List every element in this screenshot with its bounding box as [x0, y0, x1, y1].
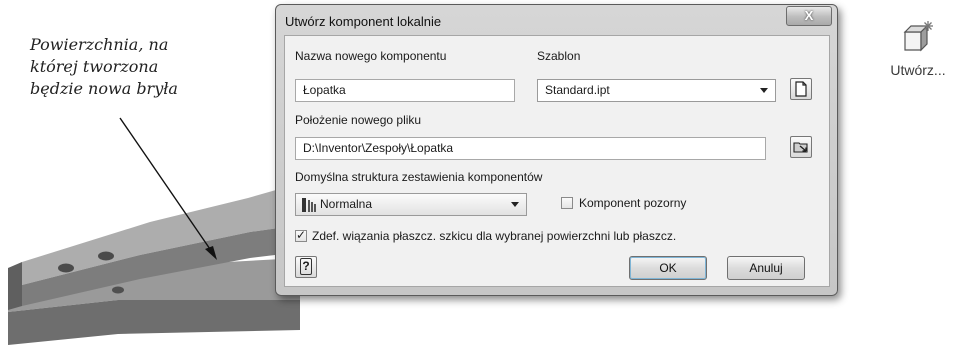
checkmark-icon: ✓ — [296, 228, 307, 242]
browse-folder-icon — [793, 142, 808, 153]
template-label: Szablon — [537, 49, 581, 63]
create-in-place-component-dialog: Utwórz komponent lokalnie X Nazwa nowego… — [275, 4, 838, 296]
create-component-icon — [903, 21, 933, 52]
bom-structure-dropdown[interactable]: Normalna — [295, 193, 527, 216]
help-icon: ? — [300, 258, 312, 275]
bom-structure-label: Domyślna struktura zestawienia komponent… — [295, 170, 543, 184]
template-new-file-button[interactable] — [790, 78, 812, 100]
bom-structure-icon — [302, 198, 316, 212]
surface-caption: Powierzchnia, na której tworzona będzie … — [30, 34, 260, 100]
dialog-titlebar[interactable]: Utwórz komponent lokalnie X — [276, 5, 837, 33]
browse-location-button[interactable] — [790, 136, 812, 158]
cancel-button[interactable]: Anuluj — [727, 256, 805, 280]
close-icon: X — [804, 8, 814, 23]
close-button[interactable]: X — [786, 6, 832, 26]
dialog-client-area: Nazwa nowego komponentu Łopatka Szablon … — [284, 35, 830, 287]
file-location-field[interactable]: D:\Inventor\Zespoły\Łopatka — [295, 137, 766, 160]
template-value: Standard.ipt — [545, 83, 610, 97]
component-name-label: Nazwa nowego komponentu — [295, 49, 447, 63]
caption-line: będzie nowa bryła — [30, 79, 178, 98]
caption-line: której tworzona — [30, 57, 159, 76]
component-name-field[interactable]: Łopatka — [295, 79, 515, 102]
hole-1 — [58, 263, 74, 273]
constrain-sketch-plane-label: Zdef. wiązania płaszcz. szkicu dla wybra… — [312, 229, 677, 243]
hole-3 — [112, 286, 124, 294]
dialog-title: Utwórz komponent lokalnie — [285, 14, 442, 29]
hole-2 — [98, 251, 114, 261]
virtual-component-checkbox[interactable] — [561, 197, 573, 209]
new-file-icon — [795, 81, 807, 97]
virtual-component-label: Komponent pozorny — [579, 196, 687, 210]
ok-button[interactable]: OK — [629, 256, 707, 280]
help-button[interactable]: ? — [295, 256, 317, 278]
upper-plate-end — [8, 262, 22, 310]
bom-structure-value: Normalna — [320, 197, 373, 211]
file-location-label: Położenie nowego pliku — [295, 113, 422, 127]
constrain-sketch-plane-checkbox[interactable]: ✓ — [295, 228, 307, 242]
caption-line: Powierzchnia, na — [30, 35, 169, 54]
create-component-ribbon-button[interactable]: Utwórz... — [880, 20, 956, 100]
chevron-down-icon — [760, 88, 768, 93]
template-dropdown[interactable]: Standard.ipt — [537, 79, 776, 102]
create-button-label: Utwórz... — [890, 62, 946, 78]
chevron-down-icon — [511, 202, 519, 207]
